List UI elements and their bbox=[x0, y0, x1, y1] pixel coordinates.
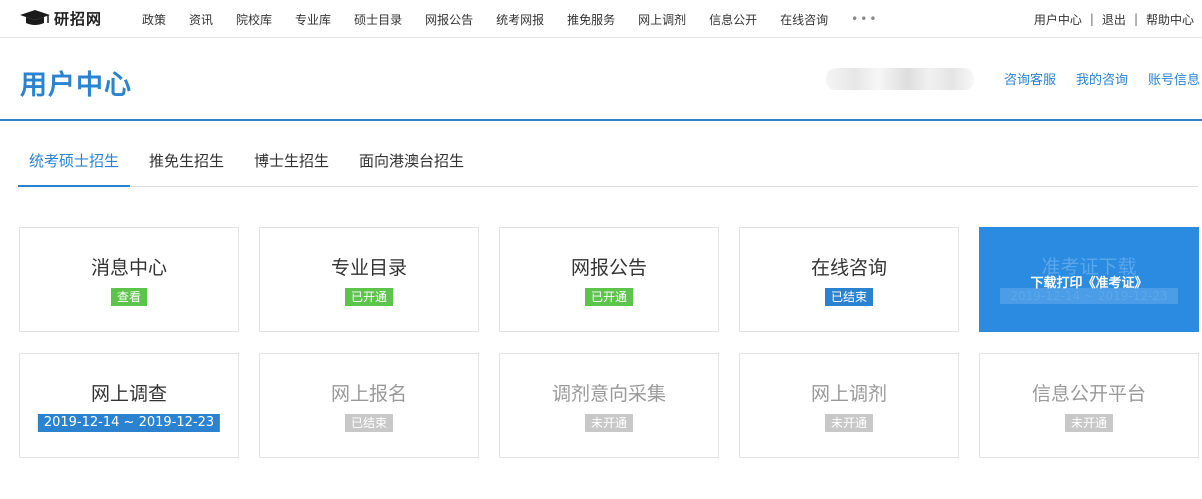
separator: | bbox=[1133, 12, 1138, 26]
card-registration-notice[interactable]: 网报公告 已开通 bbox=[499, 227, 719, 332]
download-ticket-button[interactable]: 下载打印《准考证》 bbox=[980, 272, 1198, 291]
more-menu-icon[interactable]: ••• bbox=[851, 12, 878, 26]
logo-text: 研招网 bbox=[54, 9, 103, 28]
card-admission-ticket-download[interactable]: 准考证下载 2019-12-14 ~ 2019-12-23 下载打印《准考证》 bbox=[979, 227, 1199, 332]
card-message-center[interactable]: 消息中心 查看 bbox=[19, 227, 239, 332]
nav-online-consultation[interactable]: 在线咨询 bbox=[780, 11, 828, 28]
card-info-disclosure-platform[interactable]: 信息公开平台 未开通 bbox=[979, 353, 1199, 458]
page-title: 用户中心 bbox=[20, 70, 132, 101]
card-major-catalog[interactable]: 专业目录 已开通 bbox=[259, 227, 479, 332]
card-online-consultation[interactable]: 在线咨询 已结束 bbox=[739, 227, 959, 332]
nav-policy[interactable]: 政策 bbox=[142, 11, 166, 28]
card-online-registration[interactable]: 网上报名 已结束 bbox=[259, 353, 479, 458]
card-title: 信息公开平台 bbox=[1031, 383, 1146, 405]
status-badge: 已结束 bbox=[344, 414, 394, 432]
user-center-link[interactable]: 用户中心 bbox=[1034, 11, 1082, 28]
card-title: 在线咨询 bbox=[810, 257, 887, 279]
logout-link[interactable]: 退出 bbox=[1102, 11, 1126, 28]
blurred-username bbox=[826, 68, 974, 90]
card-adjustment-intention[interactable]: 调剂意向采集 未开通 bbox=[499, 353, 719, 458]
date-range-badge: 2019-12-14 ~ 2019-12-23 bbox=[37, 414, 221, 432]
site-logo[interactable]: 研招网 bbox=[18, 8, 102, 28]
separator: | bbox=[1089, 12, 1094, 26]
category-tabs: 统考硕士招生 推免生招生 博士生招生 面向港澳台招生 bbox=[18, 145, 1198, 187]
page-header: 用户中心 咨询客服 我的咨询 账号信息 bbox=[0, 39, 1202, 121]
card-title: 网上报名 bbox=[330, 383, 407, 405]
nav-master-catalog[interactable]: 硕士目录 bbox=[354, 11, 402, 28]
top-navbar: 研招网 政策 资讯 院校库 专业库 硕士目录 网报公告 统考网报 推免服务 网上… bbox=[0, 0, 1202, 38]
header-links: 咨询客服 我的咨询 账号信息 bbox=[984, 69, 1200, 88]
my-consultation-link[interactable]: 我的咨询 bbox=[1076, 69, 1128, 88]
customer-service-link[interactable]: 咨询客服 bbox=[1004, 69, 1056, 88]
nav-registration-notice[interactable]: 网报公告 bbox=[425, 11, 473, 28]
card-title: 消息中心 bbox=[90, 257, 167, 279]
graduation-cap-icon bbox=[20, 10, 50, 25]
status-badge: 已结束 bbox=[824, 288, 874, 306]
nav-school-library[interactable]: 院校库 bbox=[236, 11, 272, 28]
card-title: 网报公告 bbox=[570, 257, 647, 279]
card-online-adjustment[interactable]: 网上调剂 未开通 bbox=[739, 353, 959, 458]
help-center-link[interactable]: 帮助中心 bbox=[1146, 11, 1194, 28]
status-badge: 已开通 bbox=[344, 288, 394, 306]
card-title: 网上调查 bbox=[90, 383, 167, 405]
nav-info-disclosure[interactable]: 信息公开 bbox=[709, 11, 757, 28]
account-info-link[interactable]: 账号信息 bbox=[1148, 69, 1200, 88]
status-badge: 未开通 bbox=[584, 414, 634, 432]
card-title: 调剂意向采集 bbox=[551, 383, 666, 405]
tab-hk-macao-taiwan[interactable]: 面向港澳台招生 bbox=[348, 145, 475, 187]
card-title: 专业目录 bbox=[330, 257, 407, 279]
status-badge: 未开通 bbox=[824, 414, 874, 432]
status-badge: 未开通 bbox=[1064, 414, 1114, 432]
nav-unified-exam-registration[interactable]: 统考网报 bbox=[496, 11, 544, 28]
main-nav: 政策 资讯 院校库 专业库 硕士目录 网报公告 统考网报 推免服务 网上调剂 信… bbox=[142, 0, 878, 38]
tab-unified-master[interactable]: 统考硕士招生 bbox=[18, 145, 131, 187]
nav-recommendation-service[interactable]: 推免服务 bbox=[567, 11, 615, 28]
status-badge[interactable]: 查看 bbox=[110, 288, 148, 306]
nav-online-adjustment[interactable]: 网上调剂 bbox=[638, 11, 686, 28]
tab-doctoral[interactable]: 博士生招生 bbox=[243, 145, 340, 187]
card-online-survey[interactable]: 网上调查 2019-12-14 ~ 2019-12-23 bbox=[19, 353, 239, 458]
tab-recommended[interactable]: 推免生招生 bbox=[138, 145, 235, 187]
user-links: 用户中心 | 退出 | 帮助中心 bbox=[1034, 0, 1194, 38]
status-badge: 已开通 bbox=[584, 288, 634, 306]
card-title: 网上调剂 bbox=[810, 383, 887, 405]
nav-major-library[interactable]: 专业库 bbox=[295, 11, 331, 28]
nav-news[interactable]: 资讯 bbox=[189, 11, 213, 28]
